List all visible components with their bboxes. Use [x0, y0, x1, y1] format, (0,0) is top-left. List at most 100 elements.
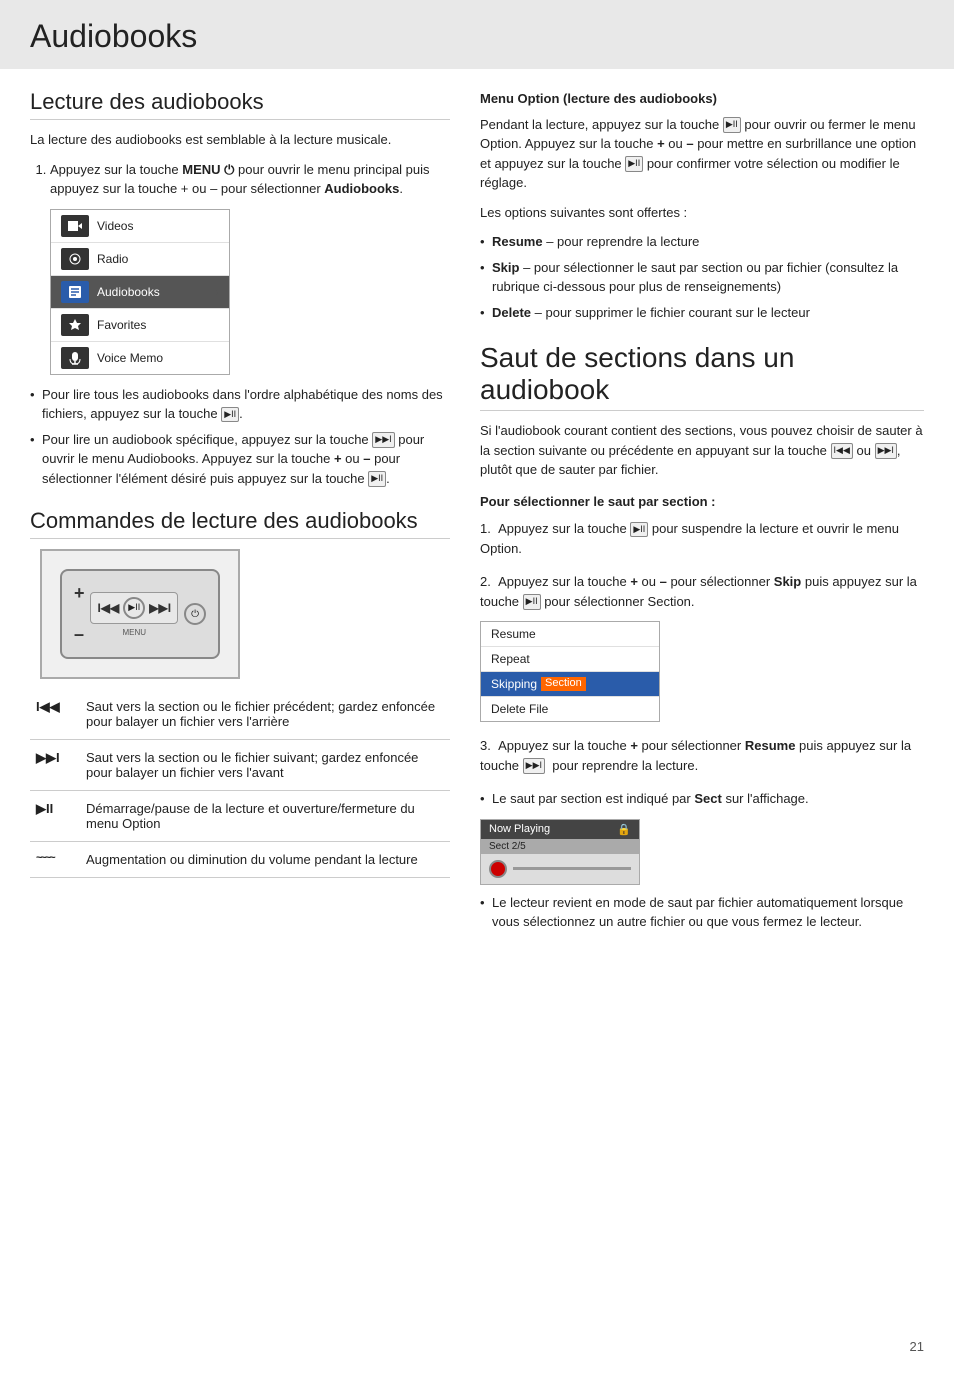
play-pause-icon-3: ▶II — [723, 117, 741, 133]
step-1-text: 1. Appuyez sur la touche ▶II pour suspen… — [480, 519, 924, 558]
commandes-title: Commandes de lecture des audiobooks — [30, 508, 450, 539]
device-inner: + – I◀◀ ▶II ▶▶I — [60, 569, 220, 659]
now-playing-header: Now Playing 🔒 — [481, 820, 639, 839]
menu-btn-label: MENU — [122, 628, 146, 637]
center-controls: I◀◀ ▶II ▶▶I MENU — [90, 592, 178, 637]
bullet-specific-audiobook: Pour lire un audiobook spécifique, appuy… — [30, 430, 450, 489]
lecture-step-1: Appuyez sur la touche MENU ⏻ pour ouvrir… — [50, 160, 450, 199]
pour-selectionner-title: Pour sélectionner le saut par section : — [480, 492, 924, 512]
skip-back-icon-2: I◀◀ — [831, 443, 853, 459]
options-list: Resume – pour reprendre la lecture Skip … — [480, 232, 924, 322]
menu-row-videos: Videos — [51, 210, 229, 243]
skip-menu-skipping: Skipping Section — [481, 672, 659, 697]
plus-minus-col: + – — [74, 583, 85, 645]
menu-bold: MENU ⏻ — [182, 162, 234, 177]
play-pause-symbol: ▶II — [30, 791, 80, 842]
audiobooks-arrow: › — [215, 285, 219, 299]
play-pause-desc: Démarrage/pause de la lecture et ouvertu… — [80, 791, 450, 842]
skip-fwd-icon-1: ▶▶I — [372, 432, 394, 448]
device-controls: + – I◀◀ ▶II ▶▶I — [74, 583, 206, 645]
step-3-text: 3. Appuyez sur la touche + pour sélectio… — [480, 736, 924, 775]
favorites-label: Favorites — [97, 318, 146, 332]
minus-bold: – — [363, 451, 370, 466]
menu-image: Videos Radio Audiobooks › — [50, 209, 230, 375]
bullet-sect-display: Le saut par section est indiqué par Sect… — [480, 789, 924, 809]
option-resume: Resume – pour reprendre la lecture — [480, 232, 924, 252]
progress-circle — [489, 860, 507, 878]
page-title: Audiobooks — [30, 18, 924, 55]
now-playing-sect: Sect 2/5 — [481, 839, 639, 854]
play-pause-icon-4: ▶II — [625, 156, 643, 172]
control-row-fwd: ▶▶I Saut vers la section ou le fichier s… — [30, 740, 450, 791]
videos-label: Videos — [97, 219, 133, 233]
device-image: + – I◀◀ ▶II ▶▶I — [40, 549, 240, 679]
skip-menu-repeat: Repeat — [481, 647, 659, 672]
skip-fwd-btn: ▶▶I — [149, 601, 171, 615]
skip-back-btn: I◀◀ — [97, 601, 119, 615]
menu-row-favorites: Favorites — [51, 309, 229, 342]
progress-line — [513, 867, 631, 870]
lock-icon: 🔒 — [617, 823, 631, 836]
now-playing-bar — [481, 854, 639, 884]
step-1-item: 1. Appuyez sur la touche ▶II pour suspen… — [480, 519, 924, 558]
volume-desc: Augmentation ou diminution du volume pen… — [80, 842, 450, 878]
skip-back-symbol: I◀◀ — [30, 689, 80, 740]
left-column: Lecture des audiobooks La lecture des au… — [30, 89, 450, 942]
step-2-text: 2. Appuyez sur la touche + ou – pour sél… — [480, 572, 924, 611]
bullet-all-audiobooks: Pour lire tous les audiobooks dans l'ord… — [30, 385, 450, 424]
minus-ref: – — [686, 136, 693, 151]
lecture-bullets: Pour lire tous les audiobooks dans l'ord… — [30, 385, 450, 489]
skip-back-desc: Saut vers la section ou le fichier précé… — [80, 689, 450, 740]
volume-symbol: ~~~~ — [30, 842, 80, 878]
menu-option-section: Menu Option (lecture des audiobooks) Pen… — [480, 89, 924, 322]
play-btn: ▶II — [123, 597, 145, 619]
minus-button: – — [74, 624, 85, 645]
audiobooks-icon — [61, 281, 89, 303]
bullet-auto-revert: Le lecteur revient en mode de saut par f… — [480, 893, 924, 932]
controls-table: I◀◀ Saut vers la section ou le fichier p… — [30, 689, 450, 878]
section-label: Section — [541, 677, 586, 691]
nav-buttons: I◀◀ ▶II ▶▶I — [90, 592, 178, 624]
skip-fwd-desc: Saut vers la section ou le fichier suiva… — [80, 740, 450, 791]
favorites-icon — [61, 314, 89, 336]
play-pause-icon-2: ▶II — [368, 471, 386, 487]
right-column: Menu Option (lecture des audiobooks) Pen… — [480, 89, 924, 942]
saut-intro: Si l'audiobook courant contient des sect… — [480, 421, 924, 480]
page-header: Audiobooks — [0, 0, 954, 69]
plus-button: + — [74, 583, 85, 604]
menu-row-audiobooks: Audiobooks › — [51, 276, 229, 309]
audiobooks-menu-label: Audiobooks — [97, 285, 160, 299]
lecture-section-title: Lecture des audiobooks — [30, 89, 450, 120]
lecture-intro: La lecture des audiobooks est semblable … — [30, 130, 450, 150]
saut-section-title: Saut de sections dans un audiobook — [480, 342, 924, 411]
play-pause-icon-5: ▶II — [630, 522, 648, 538]
skip-menu-resume: Resume — [481, 622, 659, 647]
voicememo-label: Voice Memo — [97, 351, 163, 365]
options-intro: Les options suivantes sont offertes : — [480, 203, 924, 223]
audiobooks-bold: Audiobooks — [324, 181, 399, 196]
step-3-item: 3. Appuyez sur la touche + pour sélectio… — [480, 736, 924, 775]
saut-section: Saut de sections dans un audiobook Si l'… — [480, 342, 924, 932]
control-row-back: I◀◀ Saut vers la section ou le fichier p… — [30, 689, 450, 740]
now-playing-display: Now Playing 🔒 Sect 2/5 — [480, 819, 640, 885]
option-delete: Delete – pour supprimer le fichier coura… — [480, 303, 924, 323]
now-playing-title: Now Playing — [489, 823, 550, 835]
power-icon: ⏻ — [191, 609, 199, 620]
saut-bullets-2: Le lecteur revient en mode de saut par f… — [480, 893, 924, 932]
radio-icon — [61, 248, 89, 270]
plus-ref: + — [657, 136, 665, 151]
power-btn: ⏻ — [184, 603, 206, 625]
skip-fwd-symbol: ▶▶I — [30, 740, 80, 791]
menu-option-title: Menu Option (lecture des audiobooks) — [480, 89, 924, 109]
voicememo-icon — [61, 347, 89, 369]
menu-row-voicememo: Voice Memo — [51, 342, 229, 374]
saut-bullets: Le saut par section est indiqué par Sect… — [480, 789, 924, 809]
skip-fwd-icon-2: ▶▶I — [875, 443, 897, 459]
radio-label: Radio — [97, 252, 128, 266]
skip-fwd-icon-3: ▶▶I — [523, 758, 545, 774]
play-pause-icon-1: ▶II — [221, 407, 239, 423]
page-number: 21 — [910, 1339, 924, 1354]
menu-row-radio: Radio — [51, 243, 229, 276]
skip-menu: Resume Repeat Skipping Section Delete Fi… — [480, 621, 660, 722]
videos-icon — [61, 215, 89, 237]
